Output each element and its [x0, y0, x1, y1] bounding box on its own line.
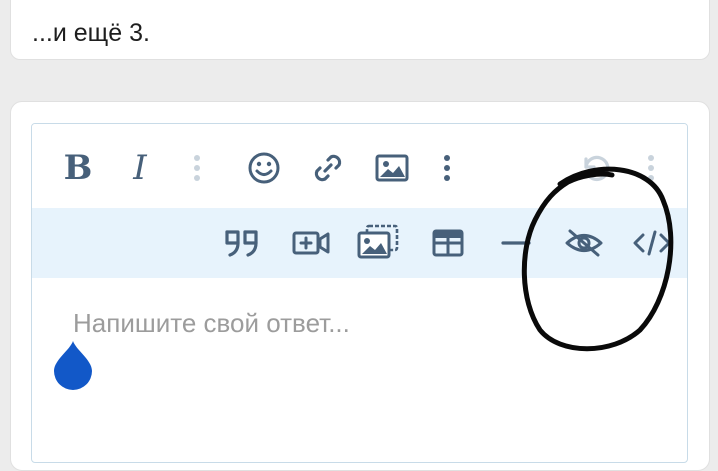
horizontal-line-button[interactable]	[498, 223, 534, 263]
code-icon	[633, 230, 671, 256]
reply-placeholder[interactable]: Напишите свой ответ...	[73, 308, 350, 339]
editor-toolbar-secondary	[32, 208, 687, 278]
rich-text-editor[interactable]: B I Напишите свой ответ...	[31, 123, 688, 463]
more-options-button[interactable]	[636, 148, 666, 188]
bold-icon: B	[63, 148, 93, 188]
insert-video-button[interactable]	[290, 223, 332, 263]
italic-icon: I	[133, 148, 147, 188]
previous-post-card: ...и ещё 3.	[10, 0, 710, 60]
more-vertical-icon	[194, 155, 200, 181]
link-button[interactable]	[308, 148, 348, 188]
video-icon	[292, 231, 330, 255]
image-icon	[375, 154, 409, 182]
undo-button[interactable]	[574, 148, 614, 188]
table-icon	[432, 229, 464, 257]
horizontal-line-icon	[501, 241, 531, 245]
quote-button[interactable]	[222, 223, 262, 263]
insert-image-button[interactable]	[372, 148, 412, 188]
spoiler-hide-button[interactable]	[560, 223, 608, 263]
text-cursor-handle-icon[interactable]	[52, 340, 94, 390]
bold-button[interactable]: B	[58, 148, 98, 188]
emoji-button[interactable]	[244, 148, 284, 188]
gallery-icon	[357, 224, 399, 259]
italic-button[interactable]: I	[120, 148, 160, 188]
more-vertical-icon	[648, 155, 654, 181]
more-replies-link[interactable]: ...и ещё 3.	[32, 19, 150, 48]
insert-gallery-button[interactable]	[356, 220, 400, 264]
hide-eye-icon	[565, 229, 603, 257]
editor-toolbar-primary: B I	[32, 124, 687, 208]
undo-icon	[584, 155, 610, 182]
code-button[interactable]	[630, 223, 674, 263]
more-formatting-button[interactable]	[182, 148, 212, 188]
emoji-icon	[248, 152, 280, 184]
quote-icon	[225, 230, 258, 257]
more-insert-button[interactable]	[432, 148, 462, 188]
insert-table-button[interactable]	[428, 223, 468, 263]
more-vertical-icon	[444, 155, 450, 181]
link-icon	[314, 154, 342, 182]
